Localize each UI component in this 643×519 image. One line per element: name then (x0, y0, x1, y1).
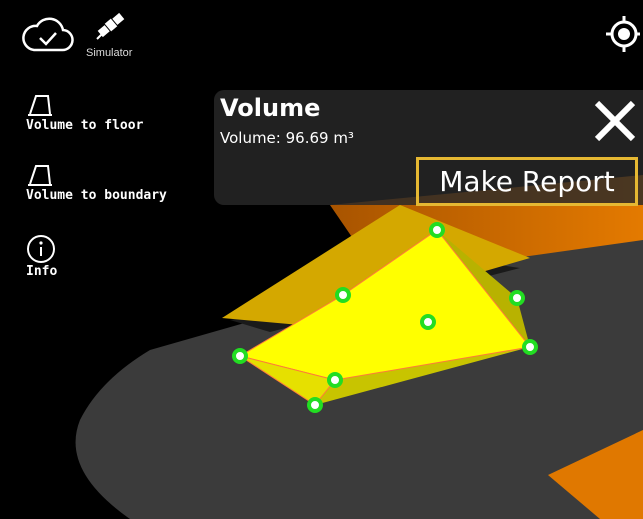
vertex-marker (335, 287, 351, 303)
vertex-marker (232, 348, 248, 364)
vertex-marker (420, 314, 436, 330)
info-button[interactable]: Info (26, 234, 57, 279)
volume-to-boundary-label: Volume to boundary (26, 188, 167, 203)
volume-3d-scene[interactable] (0, 0, 643, 519)
vertex-marker (509, 290, 525, 306)
info-label: Info (26, 264, 58, 279)
close-icon[interactable] (592, 98, 638, 144)
volume-floor-icon (28, 95, 52, 116)
vertex-marker (327, 372, 343, 388)
volume-boundary-icon (28, 165, 52, 186)
volume-to-boundary-button[interactable]: Volume to boundary (26, 160, 167, 203)
vertex-marker (307, 397, 323, 413)
volume-panel: Volume Volume: 96.69 m³ Make Report (214, 90, 643, 206)
volume-title: Volume (220, 94, 321, 122)
simulator-label: Simulator (86, 47, 133, 59)
satellite-icon (96, 12, 125, 40)
volume-to-floor-label: Volume to floor (26, 118, 144, 133)
volume-to-floor-button[interactable]: Volume to floor (26, 90, 143, 133)
make-report-button[interactable]: Make Report (416, 157, 638, 206)
info-icon (27, 235, 55, 263)
vertex-marker (522, 339, 538, 355)
volume-value: Volume: 96.69 m³ (220, 129, 354, 147)
cloud-check-icon[interactable] (22, 14, 74, 54)
target-locate-icon[interactable] (604, 14, 640, 54)
vertex-marker (429, 222, 445, 238)
